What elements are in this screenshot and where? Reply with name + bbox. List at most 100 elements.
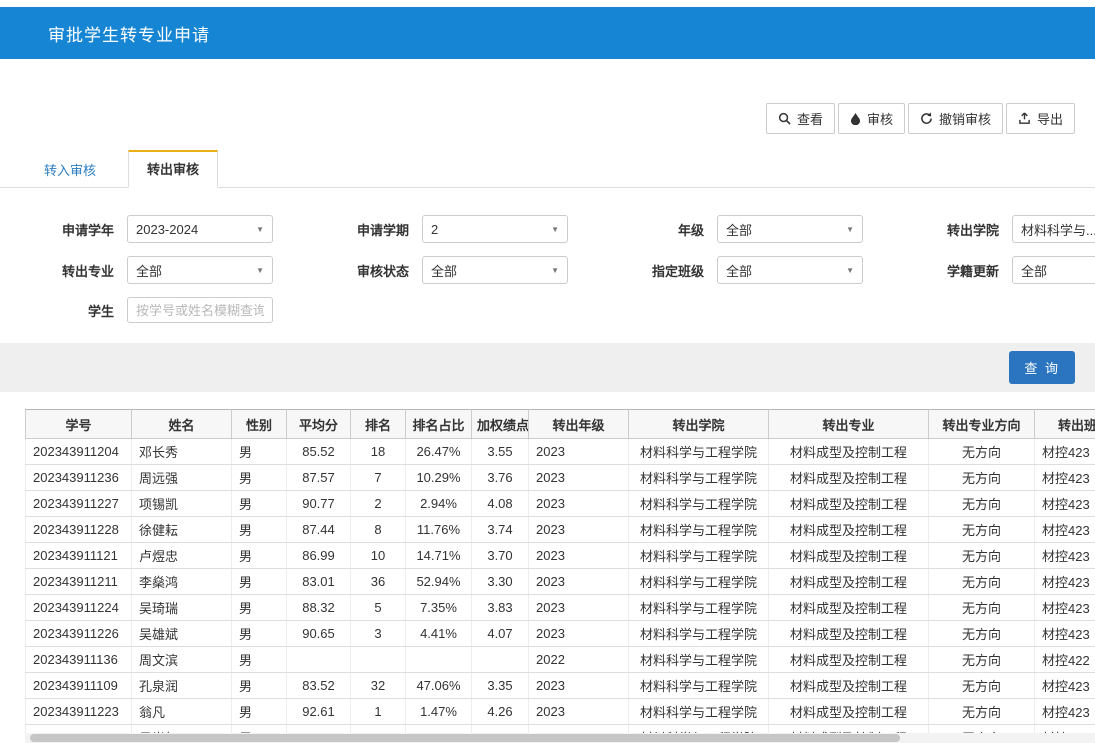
table-cell: 3.35 (472, 673, 529, 699)
table-header-row: 学号姓名性别平均分排名排名占比加权绩点转出年级转出学院转出专业转出专业方向转出班… (26, 410, 1095, 439)
table-cell: 4.26 (472, 699, 529, 725)
table-cell: 202343911228 (26, 517, 132, 543)
column-header: 排名占比 (406, 410, 472, 439)
table-cell: 8 (351, 517, 406, 543)
tab-transfer-in-audit[interactable]: 转入审核 (40, 152, 100, 187)
table-cell: 2.94% (406, 491, 472, 517)
table-cell: 7.35% (406, 595, 472, 621)
grade-select[interactable]: 全部▼ (717, 215, 863, 243)
table-cell: 2023 (529, 439, 629, 465)
audit-button[interactable]: 审核 (838, 103, 905, 134)
column-header: 性别 (232, 410, 287, 439)
tab-transfer-out-audit[interactable]: 转出审核 (128, 150, 218, 188)
table-row[interactable]: 202343911211李燊鸿男83.013652.94%3.302023材料科… (26, 569, 1095, 595)
table-row[interactable]: 202343911136周文滨男2022材料科学与工程学院材料成型及控制工程无方… (26, 647, 1095, 673)
table-cell (287, 647, 351, 673)
view-button[interactable]: 查看 (766, 103, 835, 134)
toolbar-button-label: 导出 (1037, 109, 1063, 128)
assigned-class-select[interactable]: 全部▼ (717, 256, 863, 284)
horizontal-scrollbar[interactable] (25, 733, 1095, 743)
table-cell: 3.74 (472, 517, 529, 543)
table-cell: 材料成型及控制工程 (769, 621, 929, 647)
table-cell: 86.99 (287, 543, 351, 569)
table-cell: 材料科学与工程学院 (629, 595, 769, 621)
filter-field: 学生 (30, 297, 273, 323)
table-cell: 材料成型及控制工程 (769, 569, 929, 595)
table-cell: 材料成型及控制工程 (769, 699, 929, 725)
table-row[interactable]: 202343911236周远强男87.57710.29%3.762023材料科学… (26, 465, 1095, 491)
student-search-input[interactable] (127, 297, 273, 323)
table-cell: 2023 (529, 517, 629, 543)
table-cell: 材控422 (1035, 647, 1095, 673)
toolbar: 查看审核撤销审核 导出 (0, 103, 1075, 134)
query-strip: 查 询 (0, 343, 1095, 392)
table-cell: 无方向 (929, 621, 1035, 647)
table-row[interactable]: 202343911228徐健耘男87.44811.76%3.742023材料科学… (26, 517, 1095, 543)
table-cell: 材料成型及控制工程 (769, 491, 929, 517)
export-button[interactable]: 导出 (1006, 103, 1075, 134)
table-cell: 材料科学与工程学院 (629, 673, 769, 699)
chevron-down-icon: ▼ (846, 266, 854, 275)
table-row[interactable]: 202343911109孔泉润男83.523247.06%3.352023材料科… (26, 673, 1095, 699)
table-body: 202343911204邓长秀男85.521826.47%3.552023材料科… (26, 439, 1095, 743)
query-button[interactable]: 查 询 (1009, 351, 1075, 384)
table-cell: 周文滨 (132, 647, 232, 673)
table-cell: 52.94% (406, 569, 472, 595)
table-row[interactable]: 202343911121卢煜忠男86.991014.71%3.702023材料科… (26, 543, 1095, 569)
table-cell: 36 (351, 569, 406, 595)
results-table: 学号姓名性别平均分排名排名占比加权绩点转出年级转出学院转出专业转出专业方向转出班… (25, 409, 1095, 743)
table-cell: 材料成型及控制工程 (769, 647, 929, 673)
table-cell: 材料科学与工程学院 (629, 465, 769, 491)
out-college-select[interactable]: 材料科学与...▼ (1012, 215, 1095, 243)
table-cell: 材料科学与工程学院 (629, 543, 769, 569)
table-cell: 李燊鸿 (132, 569, 232, 595)
table-cell: 202343911223 (26, 699, 132, 725)
table-cell: 无方向 (929, 647, 1035, 673)
table-cell: 3 (351, 621, 406, 647)
table-cell: 邓长秀 (132, 439, 232, 465)
table-cell: 男 (232, 491, 287, 517)
table-cell (351, 647, 406, 673)
undo-audit-button[interactable]: 撤销审核 (908, 103, 1003, 134)
results-table-wrap: 学号姓名性别平均分排名排名占比加权绩点转出年级转出学院转出专业转出专业方向转出班… (25, 409, 1095, 743)
status-update-select[interactable]: 全部▼ (1012, 256, 1095, 284)
export-icon (1018, 112, 1031, 125)
table-cell: 5 (351, 595, 406, 621)
table-row[interactable]: 202343911223翁凡男92.6111.47%4.262023材料科学与工… (26, 699, 1095, 725)
filter-label: 申请学期 (325, 220, 409, 239)
table-cell: 1 (351, 699, 406, 725)
table-cell: 吴雄斌 (132, 621, 232, 647)
table-cell: 周远强 (132, 465, 232, 491)
apply-year-select[interactable]: 2023-2024▼ (127, 215, 273, 243)
table-row[interactable]: 202343911227项锡凯男90.7722.94%4.082023材料科学与… (26, 491, 1095, 517)
table-cell: 材料科学与工程学院 (629, 569, 769, 595)
scrollbar-thumb[interactable] (30, 734, 900, 742)
table-row[interactable]: 202343911224吴琦瑞男88.3257.35%3.832023材料科学与… (26, 595, 1095, 621)
select-value: 2 (431, 222, 438, 237)
filter-label: 学籍更新 (915, 261, 999, 280)
table-cell: 10 (351, 543, 406, 569)
out-major-select[interactable]: 全部▼ (127, 256, 273, 284)
table-cell: 材料成型及控制工程 (769, 439, 929, 465)
apply-term-select[interactable]: 2▼ (422, 215, 568, 243)
table-cell: 无方向 (929, 673, 1035, 699)
chevron-down-icon: ▼ (551, 225, 559, 234)
table-cell: 3.30 (472, 569, 529, 595)
audit-status-select[interactable]: 全部▼ (422, 256, 568, 284)
column-header: 排名 (351, 410, 406, 439)
select-value: 全部 (136, 261, 162, 280)
table-cell: 材控423 (1035, 621, 1095, 647)
table-cell: 男 (232, 517, 287, 543)
table-cell: 男 (232, 673, 287, 699)
select-value: 全部 (431, 261, 457, 280)
table-row[interactable]: 202343911226吴雄斌男90.6534.41%4.072023材料科学与… (26, 621, 1095, 647)
table-cell: 男 (232, 439, 287, 465)
table-cell: 男 (232, 543, 287, 569)
column-header: 平均分 (287, 410, 351, 439)
filter-field: 申请学年 2023-2024▼ (30, 215, 273, 243)
table-cell: 男 (232, 647, 287, 673)
table-row[interactable]: 202343911204邓长秀男85.521826.47%3.552023材料科… (26, 439, 1095, 465)
filter-field: 申请学期2▼ (325, 215, 568, 243)
filter-label: 申请学年 (30, 220, 114, 239)
table-cell: 徐健耘 (132, 517, 232, 543)
